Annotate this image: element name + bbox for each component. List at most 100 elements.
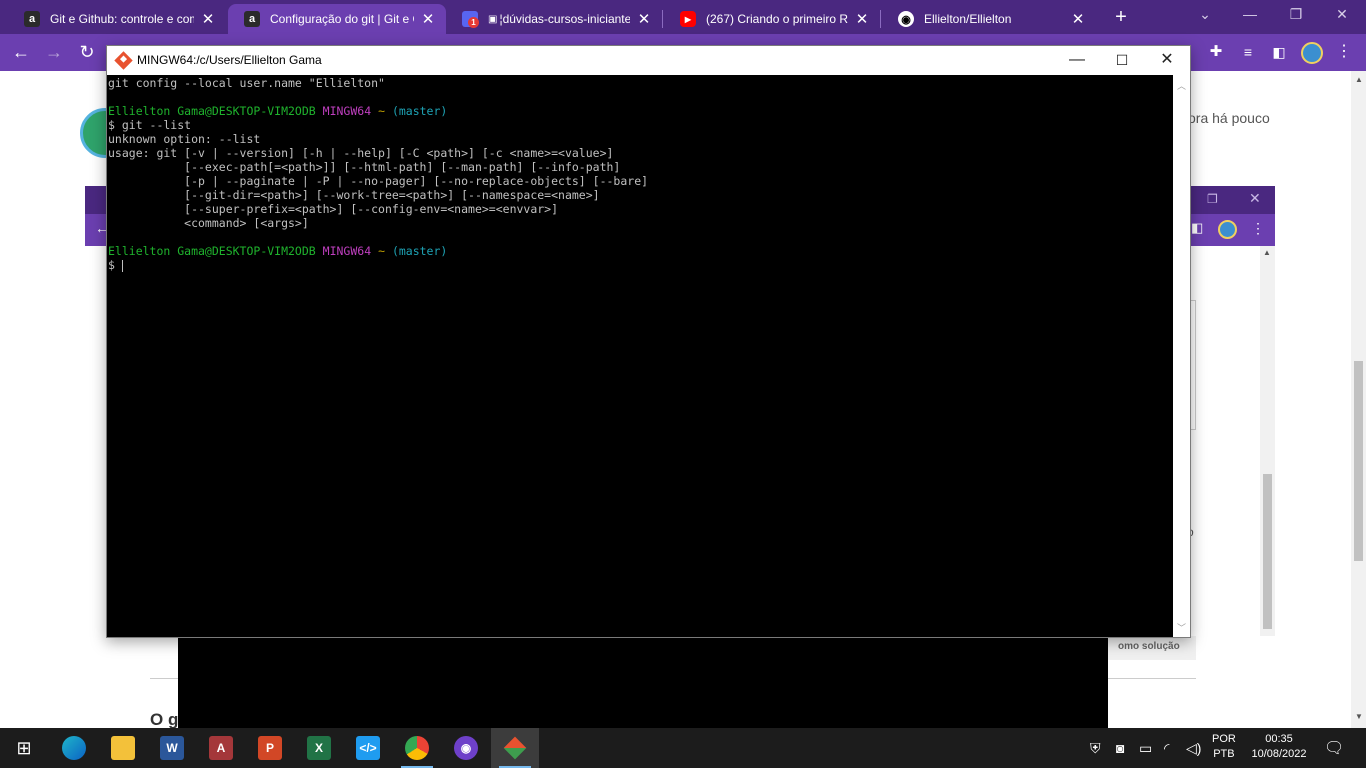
tab-configuracao-git[interactable]: a Configuração do git | Git e Gi ✕ — [228, 4, 446, 34]
taskbar-powerpoint[interactable]: P — [246, 728, 294, 768]
start-button[interactable]: ⊞ — [0, 728, 48, 768]
wifi-icon[interactable]: ◜ — [1164, 740, 1169, 757]
taskbar-github-desktop[interactable]: ◉ — [442, 728, 490, 768]
vscode-icon: </> — [356, 736, 380, 760]
taskbar-file-explorer[interactable] — [99, 728, 147, 768]
minimize-button[interactable]: — — [1054, 46, 1100, 75]
new-tab-button[interactable]: + — [1110, 6, 1132, 29]
git-bash-icon — [114, 51, 133, 70]
divider — [1108, 678, 1196, 679]
terminal-line: [-p | --paginate | -P | --no-pager] [--n… — [108, 174, 649, 188]
input-language[interactable]: POR PTB — [1212, 732, 1236, 762]
close-tab-icon[interactable]: ✕ — [420, 10, 436, 28]
prompt-branch: (master) — [391, 104, 448, 118]
solution-chip[interactable]: omo solução — [1108, 636, 1196, 660]
chrome-icon — [405, 736, 429, 760]
tab-separator — [880, 10, 881, 28]
terminal-line: [--git-dir=<path>] [--work-tree=<path>] … — [108, 188, 600, 202]
notification-badge: 1 — [468, 17, 479, 28]
terminal-output[interactable]: git config --local user.name "Ellielton"… — [107, 75, 1173, 637]
extensions-icon[interactable]: ✚ — [1204, 41, 1228, 65]
tab-git-github[interactable]: a Git e Github: controle e comp ✕ — [8, 4, 226, 34]
alura-icon: a — [244, 11, 260, 27]
terminal-line: usage: git [-v | --version] [-h | --help… — [108, 146, 614, 160]
alura-icon: a — [24, 11, 40, 27]
windows-start-icon: ⊞ — [16, 737, 32, 758]
video-frame — [178, 637, 1108, 728]
browser-tabstrip: a Git e Github: controle e comp ✕ a Conf… — [0, 0, 1366, 34]
close-tab-icon[interactable]: ✕ — [200, 10, 216, 28]
volume-icon[interactable]: ◁) — [1186, 740, 1201, 757]
maximize-button[interactable]: ☐ — [1099, 46, 1145, 75]
close-tab-icon[interactable]: ✕ — [636, 10, 652, 28]
scroll-down-icon[interactable]: ▼ — [1355, 712, 1363, 721]
terminal-line: [--exec-path[=<path>]] [--html-path] [--… — [108, 160, 621, 174]
prompt-branch: (master) — [391, 244, 448, 258]
prompt-env: MINGW64 — [322, 104, 372, 118]
security-icon[interactable]: ⛨ — [1090, 740, 1101, 757]
scroll-up-icon[interactable]: ︿ — [1173, 79, 1190, 92]
scroll-up-icon: ▲ — [1263, 248, 1271, 257]
text-cursor — [121, 259, 123, 272]
minimize-icon[interactable]: — — [1235, 6, 1265, 22]
scrollbar-thumb[interactable] — [1354, 361, 1363, 561]
terminal-line: [--super-prefix=<path>] [--config-env=<n… — [108, 202, 559, 216]
tab-discord[interactable]: 1 ▣ ¦dúvidas-cursos-iniciante ✕ — [446, 4, 662, 34]
page-heading: O g — [150, 710, 179, 729]
taskbar-access[interactable]: A — [197, 728, 245, 768]
taskbar-git-bash[interactable] — [491, 728, 539, 768]
github-icon: ◉ — [898, 11, 914, 27]
taskbar-edge[interactable] — [50, 728, 98, 768]
divider — [150, 678, 178, 679]
taskbar-excel[interactable]: X — [295, 728, 343, 768]
restore-icon: ❐ — [1207, 192, 1218, 206]
menu-dots-icon: ⋮ — [1251, 220, 1265, 236]
command-line: $ git --list — [108, 118, 192, 132]
github-desktop-icon: ◉ — [454, 736, 478, 760]
tab-search-icon[interactable]: ⌄ — [1190, 6, 1220, 23]
close-window-icon: ✕ — [1249, 190, 1261, 206]
reload-icon[interactable]: ↻ — [75, 41, 99, 65]
menu-dots-icon[interactable]: ⋮ — [1332, 41, 1356, 65]
taskbar-chrome[interactable] — [393, 728, 441, 768]
scroll-up-icon[interactable]: ▲ — [1355, 75, 1363, 84]
prompt-dir: ~ — [378, 104, 385, 118]
tab-github[interactable]: ◉ Ellielton/Ellielton ✕ — [882, 4, 1096, 34]
close-window-icon[interactable]: ✕ — [1327, 6, 1357, 23]
chat-icon: ▣ — [488, 13, 498, 25]
windows-taskbar: ⊞ W A P X </> ◉ ⛨ ◙ ▭ ◜ ◁) POR PTB 00:35… — [0, 728, 1366, 768]
restore-icon[interactable]: ❐ — [1281, 6, 1311, 23]
media-control-icon[interactable]: ≡ — [1236, 41, 1260, 65]
edge-icon — [62, 736, 86, 760]
clock[interactable]: 00:35 10/08/2022 — [1244, 732, 1314, 762]
terminal-scrollbar[interactable]: ︿ ﹀ — [1173, 75, 1190, 637]
prompt-line: Ellielton Gama@DESKTOP-VIM2ODB MINGW64 ~… — [108, 244, 1173, 258]
terminal-title: MINGW64:/c/Users/Ellielton Gama — [137, 53, 322, 67]
side-panel-icon[interactable]: ◧ — [1267, 41, 1291, 65]
tab-separator — [662, 10, 663, 28]
close-button[interactable]: ✕ — [1144, 46, 1190, 75]
scrollbar-thumb — [1263, 474, 1272, 629]
profile-avatar[interactable] — [1301, 42, 1323, 64]
tab-youtube[interactable]: ▶ (267) Criando o primeiro Rep ✕ — [664, 4, 880, 34]
discord-icon: 1 — [462, 11, 479, 28]
forward-icon[interactable]: → — [42, 41, 66, 65]
taskbar-vscode[interactable]: </> — [344, 728, 392, 768]
close-tab-icon[interactable]: ✕ — [854, 10, 870, 28]
terminal-line: unknown option: --list — [108, 132, 261, 146]
terminal-titlebar[interactable]: MINGW64:/c/Users/Ellielton Gama — ☐ ✕ — [107, 46, 1190, 75]
notifications-icon[interactable]: 🗨 — [1324, 738, 1344, 758]
meet-now-icon[interactable]: ◙ — [1116, 740, 1124, 756]
powerpoint-icon: P — [258, 736, 282, 760]
excel-icon: X — [307, 736, 331, 760]
page-scrollbar[interactable]: ▲ ▼ — [1351, 71, 1366, 728]
scroll-down-icon[interactable]: ﹀ — [1173, 621, 1190, 634]
close-tab-icon[interactable]: ✕ — [1070, 10, 1086, 28]
back-icon[interactable]: ← — [9, 41, 33, 65]
input-line[interactable]: $ — [108, 258, 1173, 272]
terminal-window[interactable]: MINGW64:/c/Users/Ellielton Gama — ☐ ✕ gi… — [106, 45, 1191, 638]
battery-icon[interactable]: ▭ — [1139, 740, 1152, 757]
taskbar-word[interactable]: W — [148, 728, 196, 768]
prompt-symbol: $ — [108, 258, 122, 272]
